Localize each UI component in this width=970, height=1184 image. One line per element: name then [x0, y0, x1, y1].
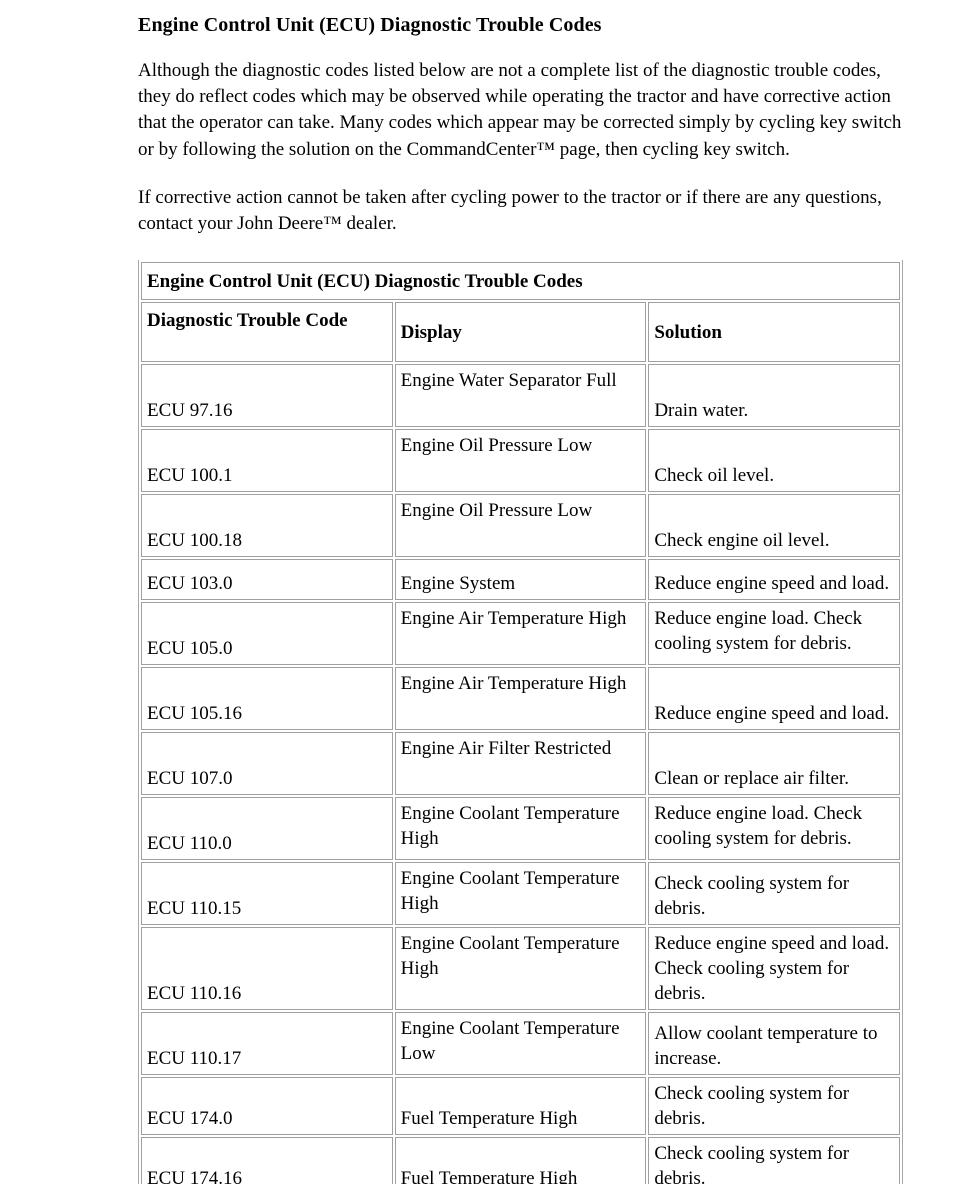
cell-display: Engine Oil Pressure Low [394, 494, 647, 558]
cell-diagnostic-code: ECU 97.16 [141, 364, 393, 428]
cell-diagnostic-code: ECU 174.16 [141, 1137, 393, 1184]
dtc-table-body: Engine Control Unit (ECU) Diagnostic Tro… [141, 262, 900, 1184]
cell-display: Engine Coolant Temperature High [394, 927, 647, 1011]
table-row: ECU 97.16 Engine Water Separator Full Drai… [141, 364, 900, 428]
cell-diagnostic-code: ECU 110.16 [141, 927, 393, 1011]
cell-display: Engine Coolant Temperature Low [394, 1012, 647, 1076]
intro-paragraph-1: Although the diagnostic codes listed bel… [138, 60, 902, 160]
cell-diagnostic-code: ECU 105.16 [141, 667, 393, 731]
table-caption-row: Engine Control Unit (ECU) Diagnostic Tro… [141, 262, 900, 301]
cell-display: Engine Water Separator Full [394, 364, 647, 428]
table-row: ECU 100.1 Engine Oil Pressure Low Check oi… [141, 429, 900, 493]
cell-solution: Check oil level. [648, 429, 900, 493]
column-header-code: Diagnostic Trouble Code [141, 302, 393, 363]
table-row: ECU 107.0 Engine Air Filter Restricted Cle… [141, 732, 900, 796]
table-row: ECU 105.16 Engine Air Temperature High Red… [141, 667, 900, 731]
cell-solution: Check cooling system for debris. [648, 1077, 900, 1136]
intro-paragraph-2: If corrective action cannot be taken aft… [138, 186, 882, 235]
table-row: ECU 105.0 Engine Air Temperature High Redu… [141, 602, 900, 666]
table-caption: Engine Control Unit (ECU) Diagnostic Tro… [141, 262, 900, 301]
cell-solution: Check cooling system for debris. [648, 1137, 900, 1184]
column-header-solution: Solution [648, 302, 900, 363]
cell-display: Fuel Temperature High [394, 1137, 647, 1184]
cell-display: Engine Air Temperature High [394, 602, 647, 666]
cell-solution: Drain water. [648, 364, 900, 428]
column-header-display: Display [394, 302, 647, 363]
cell-solution: Reduce engine load. Check cooling system… [648, 797, 900, 861]
cell-solution: Check engine oil level. [648, 494, 900, 558]
cell-diagnostic-code: ECU 100.18 [141, 494, 393, 558]
cell-display: Engine System [394, 559, 647, 601]
table-row: ECU 174.0 Fuel Temperature High Check cool… [141, 1077, 900, 1136]
cell-display: Engine Air Temperature High [394, 667, 647, 731]
cell-solution: Allow coolant temperature to increase. [648, 1012, 900, 1076]
cell-display: Engine Air Filter Restricted [394, 732, 647, 796]
page-title: Engine Control Unit (ECU) Diagnostic Tro… [138, 14, 602, 36]
table-header-row: Diagnostic Trouble Code Display Solution [141, 302, 900, 363]
cell-solution: Check cooling system for debris. [648, 862, 900, 926]
table-row: ECU 110.0 Engine Coolant Temperature High… [141, 797, 900, 861]
cell-diagnostic-code: ECU 174.0 [141, 1077, 393, 1136]
cell-display: Engine Coolant Temperature High [394, 862, 647, 926]
cell-display: Fuel Temperature High [394, 1077, 647, 1136]
cell-diagnostic-code: ECU 110.17 [141, 1012, 393, 1076]
table-row: ECU 110.16 Engine Coolant Temperature Hig… [141, 927, 900, 1011]
cell-display: Engine Oil Pressure Low [394, 429, 647, 493]
document-page: Engine Control Unit (ECU) Diagnostic Tro… [0, 0, 970, 1184]
cell-solution: Reduce engine speed and load. [648, 559, 900, 601]
table-row: ECU 174.16 Fuel Temperature High Check coo… [141, 1137, 900, 1184]
cell-diagnostic-code: ECU 100.1 [141, 429, 393, 493]
cell-solution: Clean or replace air filter. [648, 732, 900, 796]
cell-diagnostic-code: ECU 103.0 [141, 559, 393, 601]
cell-display: Engine Coolant Temperature High [394, 797, 647, 861]
cell-diagnostic-code: ECU 107.0 [141, 732, 393, 796]
table-row: ECU 103.0 Engine System Reduce engine spee… [141, 559, 900, 601]
cell-diagnostic-code: ECU 105.0 [141, 602, 393, 666]
cell-solution: Reduce engine speed and load. [648, 667, 900, 731]
cell-solution: Reduce engine speed and load. Check cool… [648, 927, 900, 1011]
table-row: ECU 100.18 Engine Oil Pressure Low Check e… [141, 494, 900, 558]
table-row: ECU 110.15 Engine Coolant Temperature Hig… [141, 862, 900, 926]
cell-diagnostic-code: ECU 110.15 [141, 862, 393, 926]
cell-diagnostic-code: ECU 110.0 [141, 797, 393, 861]
cell-solution: Reduce engine load. Check cooling system… [648, 602, 900, 666]
table-row: ECU 110.17 Engine Coolant Temperature Low… [141, 1012, 900, 1076]
dtc-table: Engine Control Unit (ECU) Diagnostic Tro… [138, 260, 903, 1184]
